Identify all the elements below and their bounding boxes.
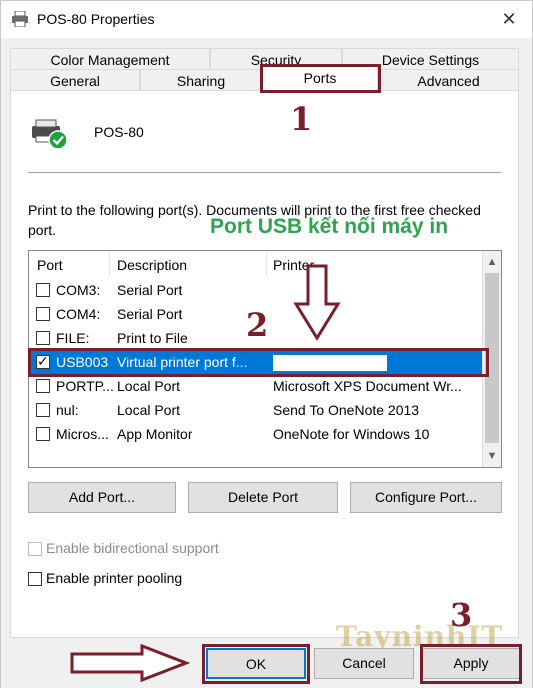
port-description: Serial Port (117, 306, 183, 322)
port-row-com3[interactable]: COM3: Serial Port (29, 279, 483, 303)
port-checkbox[interactable] (36, 331, 50, 345)
annotation-number-3: 3 (450, 596, 473, 634)
tab-sharing[interactable]: Sharing (140, 69, 262, 91)
scroll-thumb[interactable] (485, 273, 499, 443)
annotation-number-2: 2 (246, 306, 269, 344)
port-checkbox[interactable] (36, 307, 50, 321)
bidirectional-checkbox (28, 542, 42, 556)
apply-button[interactable]: Apply (422, 648, 520, 679)
port-name: Micros... (56, 426, 109, 442)
configure-port-button[interactable]: Configure Port... (350, 482, 502, 513)
tab-ports[interactable]: Ports (262, 66, 378, 91)
port-checkbox-checked[interactable]: ✓ (36, 353, 50, 369)
annotation-right-arrow-icon (70, 644, 190, 682)
column-header-port[interactable]: Port (37, 257, 63, 273)
add-port-button[interactable]: Add Port... (28, 482, 176, 513)
column-separator[interactable] (109, 253, 110, 275)
ok-button[interactable]: OK (206, 648, 306, 679)
column-header-description[interactable]: Description (117, 257, 187, 273)
delete-port-button[interactable]: Delete Port (188, 482, 338, 513)
port-row-microsoft[interactable]: Micros... App Monitor OneNote for Window… (29, 423, 483, 447)
divider (28, 172, 501, 173)
printer-name: POS-80 (94, 124, 144, 140)
port-checkbox[interactable] (36, 403, 50, 417)
port-printer: Microsoft XPS Document Wr... (273, 378, 462, 394)
port-description: Virtual printer port f... (117, 354, 248, 370)
port-checkbox[interactable] (36, 379, 50, 393)
port-row-portprompt[interactable]: PORTP... Local Port Microsoft XPS Docume… (29, 375, 483, 399)
printer-icon (12, 11, 28, 27)
port-name: nul: (56, 402, 79, 418)
printer-status-icon (32, 119, 68, 150)
port-name: COM4: (56, 306, 101, 322)
window-title: POS-80 Properties (37, 11, 155, 27)
check-mark-icon: ✓ (37, 353, 49, 369)
port-checkbox[interactable] (36, 427, 50, 441)
list-scrollbar[interactable]: ▲ ▼ (482, 251, 501, 467)
bidirectional-label: Enable bidirectional support (46, 540, 219, 556)
close-button[interactable]: ✕ (494, 5, 524, 33)
port-printer: Send To OneNote 2013 (273, 402, 420, 418)
port-name: FILE: (56, 330, 90, 346)
port-printer: OneNote for Windows 10 (273, 426, 430, 442)
annotation-down-arrow-icon (293, 264, 341, 341)
cancel-button[interactable]: Cancel (314, 648, 414, 679)
port-description: Local Port (117, 402, 181, 418)
port-description: Print to File (117, 330, 188, 346)
scroll-down-icon[interactable]: ▼ (483, 447, 501, 465)
tab-general[interactable]: General (10, 69, 140, 91)
annotation-number-1: 1 (290, 100, 313, 138)
tab-advanced[interactable]: Advanced (378, 69, 519, 91)
redacted-printer-name (273, 355, 387, 371)
annotation-usb-note: Port USB kết nối máy in (210, 215, 449, 238)
port-name: PORTP... (56, 378, 114, 394)
scroll-up-icon[interactable]: ▲ (483, 253, 501, 271)
port-name: USB003 (56, 354, 109, 370)
port-description: Serial Port (117, 282, 183, 298)
port-row-usb003[interactable]: ✓ USB003 Virtual printer port f... (29, 351, 483, 375)
ports-list[interactable]: Port Description Printer COM3: Serial Po… (28, 250, 502, 468)
pooling-label[interactable]: Enable printer pooling (46, 570, 182, 586)
port-description: Local Port (117, 378, 181, 394)
tab-color-management[interactable]: Color Management (10, 48, 210, 70)
port-name: COM3: (56, 282, 101, 298)
title-bar: POS-80 Properties ✕ (0, 0, 533, 38)
port-checkbox[interactable] (36, 283, 50, 297)
pooling-checkbox[interactable] (28, 572, 42, 586)
port-description: App Monitor (117, 426, 193, 442)
list-header: Port Description Printer (29, 251, 483, 279)
port-row-nul[interactable]: nul: Local Port Send To OneNote 2013 (29, 399, 483, 423)
column-separator[interactable] (266, 253, 267, 275)
